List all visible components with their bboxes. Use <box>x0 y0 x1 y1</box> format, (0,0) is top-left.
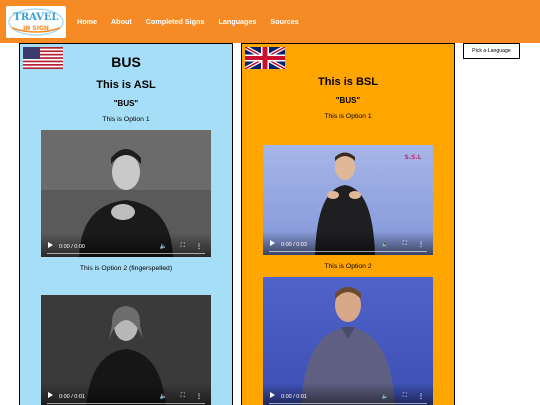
progress-track[interactable] <box>47 252 205 254</box>
fullscreen-icon[interactable]: ⛶ <box>181 393 185 400</box>
svg-text:S.S.L: S.S.L <box>404 154 421 161</box>
travel-in-sign-logo[interactable]: TRAVEL IN SIGN <box>6 6 66 38</box>
progress-track[interactable] <box>269 250 427 252</box>
pick-language-button[interactable]: Pick a Language <box>463 43 520 59</box>
asl-language-title: This is ASL <box>96 79 156 91</box>
asl-video-2[interactable]: 0:00 / 0:01 🔈 ⛶ ⋮ <box>41 295 211 405</box>
bsl-video-2[interactable]: 0:00 / 0:01 🔈 ⛶ ⋮ <box>263 277 433 405</box>
video-time: 0:00 / 0:01 <box>59 394 85 400</box>
more-options-icon[interactable]: ⋮ <box>196 393 202 400</box>
bsl-video-2-controls: 0:00 / 0:01 🔈 ⛶ ⋮ <box>263 383 433 405</box>
play-icon[interactable] <box>270 240 275 246</box>
progress-track[interactable] <box>47 402 205 404</box>
bsl-video-1-controls: 0:00 / 0:03 🔈 ⛶ ⋮ <box>263 231 433 255</box>
asl-video-2-controls: 0:00 / 0:01 🔈 ⛶ ⋮ <box>41 383 211 405</box>
asl-option-1-label: This is Option 1 <box>102 116 150 123</box>
nav-languages[interactable]: Languages <box>218 17 256 26</box>
svg-text:TRAVEL: TRAVEL <box>13 12 58 23</box>
volume-icon[interactable]: 🔈 <box>382 393 389 400</box>
bsl-word-quoted: "BUS" <box>335 96 361 105</box>
asl-word-quoted: "BUS" <box>113 99 139 108</box>
svg-text:IN SIGN: IN SIGN <box>23 25 49 32</box>
bsl-option-2-label: This is Option 2 <box>324 263 372 270</box>
uk-flag-icon <box>245 47 285 69</box>
nav-about[interactable]: About <box>111 17 132 26</box>
video-time: 0:00 / 0:00 <box>59 244 85 250</box>
site-header: TRAVEL IN SIGN Home About Completed Sign… <box>0 0 540 43</box>
play-icon[interactable] <box>48 392 53 398</box>
nav-home[interactable]: Home <box>77 17 97 26</box>
bsl-language-title: This is BSL <box>318 76 378 88</box>
play-icon[interactable] <box>270 392 275 398</box>
asl-video-1-controls: 0:00 / 0:00 🔈 ⛶ ⋮ <box>41 233 211 257</box>
fullscreen-icon[interactable]: ⛶ <box>403 241 407 248</box>
asl-word-title: BUS <box>111 54 141 70</box>
bsl-panel: This is BSL "BUS" This is Option 1 S.S.L… <box>241 43 455 405</box>
progress-track[interactable] <box>269 402 427 404</box>
video-time: 0:00 / 0:01 <box>281 394 307 400</box>
asl-video-1[interactable]: 0:00 / 0:00 🔈 ⛶ ⋮ <box>41 130 211 257</box>
asl-option-2-label: This is Option 2 (fingerspelled) <box>79 265 173 272</box>
bsl-option-1-label: This is Option 1 <box>324 113 372 120</box>
video-time: 0:00 / 0:03 <box>281 242 307 248</box>
more-options-icon[interactable]: ⋮ <box>418 393 424 400</box>
nav-sources[interactable]: Sources <box>270 17 298 26</box>
nav-completed-signs[interactable]: Completed Signs <box>146 17 205 26</box>
bsl-video-1[interactable]: S.S.L 0:00 / 0:03 🔈 ⛶ ⋮ <box>263 145 433 255</box>
volume-icon[interactable]: 🔈 <box>382 241 389 248</box>
fullscreen-icon[interactable]: ⛶ <box>181 243 185 250</box>
more-options-icon[interactable]: ⋮ <box>418 241 424 248</box>
volume-icon[interactable]: 🔈 <box>160 393 167 400</box>
fullscreen-icon[interactable]: ⛶ <box>403 393 407 400</box>
main-nav: Home About Completed Signs Languages Sou… <box>77 17 313 26</box>
more-options-icon[interactable]: ⋮ <box>196 243 202 250</box>
play-icon[interactable] <box>48 242 53 248</box>
asl-panel: BUS This is ASL "BUS" This is Option 1 0… <box>19 43 233 405</box>
volume-icon[interactable]: 🔈 <box>160 243 167 250</box>
